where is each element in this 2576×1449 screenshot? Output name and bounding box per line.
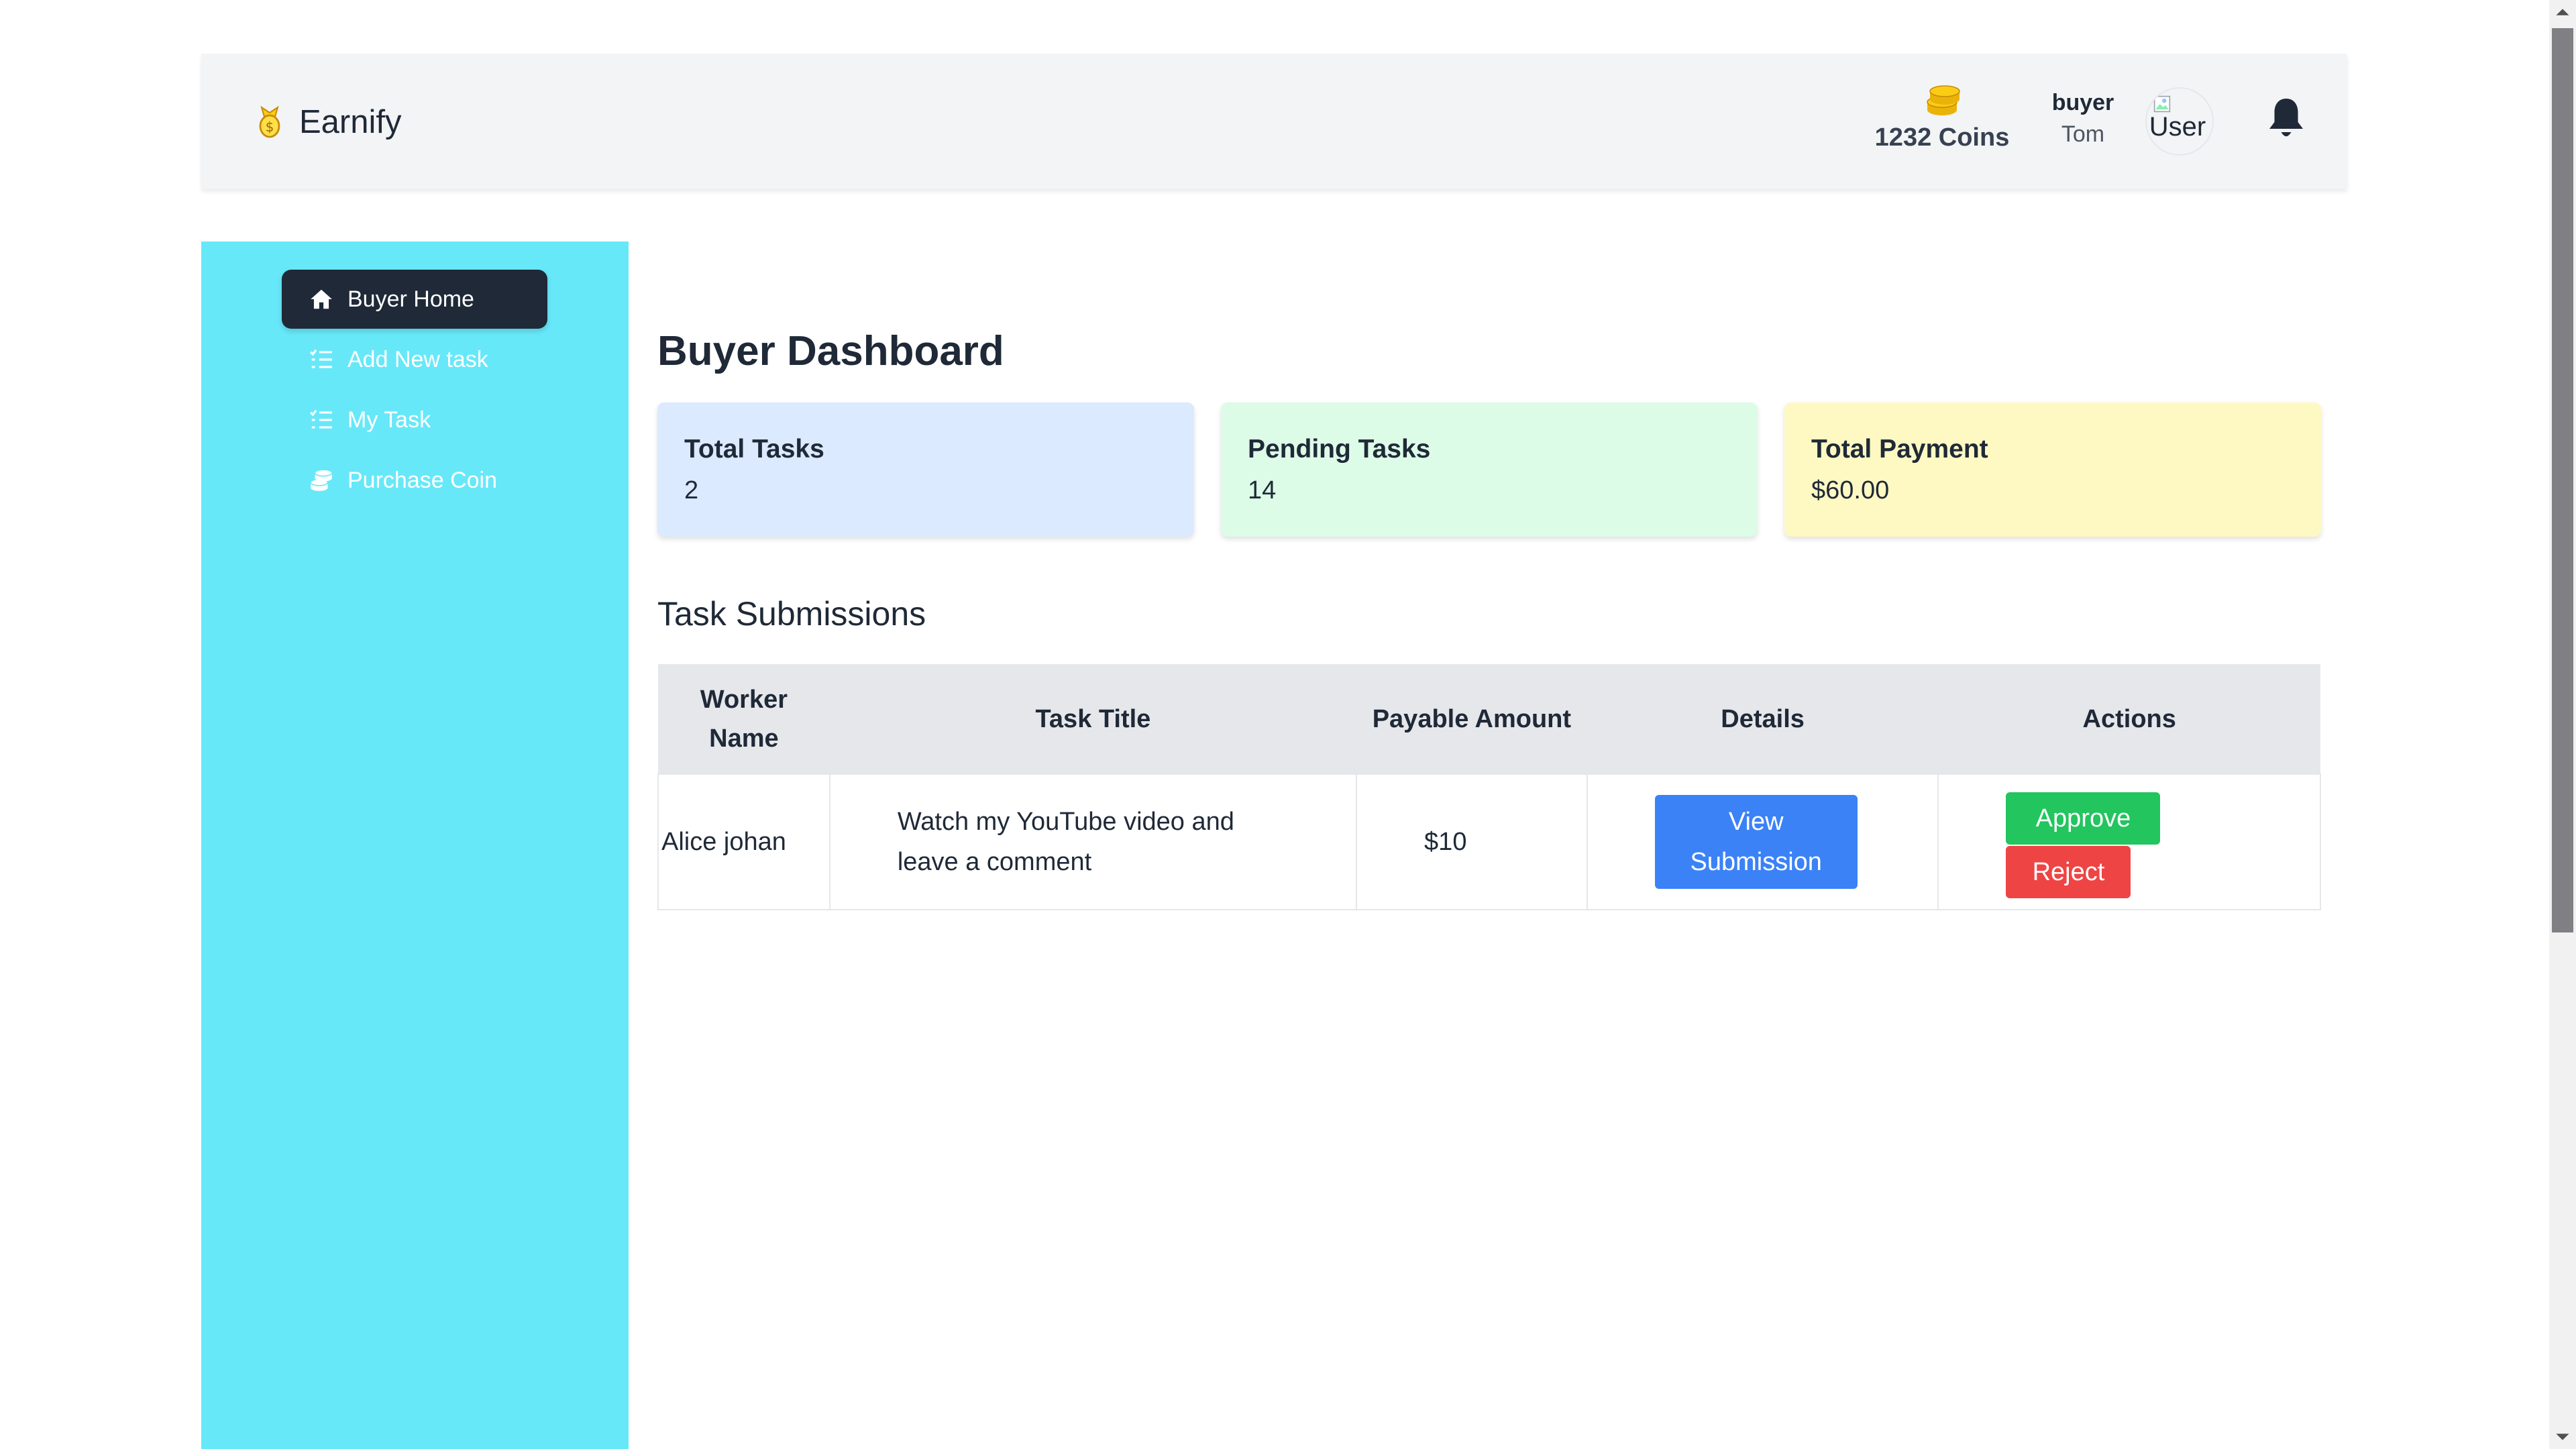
cell-worker-name: Alice johan xyxy=(657,773,830,910)
approve-button[interactable]: Approve xyxy=(2006,792,2161,845)
column-header-worker-name: Worker Name xyxy=(658,664,830,774)
page-title: Buyer Dashboard xyxy=(657,328,1004,374)
cell-task-title: Watch my YouTube video and leave a comme… xyxy=(828,773,1358,910)
column-header-payable-amount: Payable Amount xyxy=(1356,664,1587,774)
stat-card-total-payment: Total Payment $60.00 xyxy=(1784,402,2321,537)
list-icon xyxy=(310,409,332,429)
table-header-row: Worker Name Task Title Payable Amount De… xyxy=(658,664,2320,774)
cell-details: View Submission xyxy=(1586,773,1939,910)
top-header: $ Earnify 1232 Coins buyer Tom User xyxy=(201,54,2347,189)
column-header-details: Details xyxy=(1587,664,1939,774)
section-title: Task Submissions xyxy=(657,595,926,633)
scroll-up-arrow-icon[interactable] xyxy=(2555,4,2571,20)
coin-logo-icon: $ xyxy=(259,105,280,138)
svg-text:$: $ xyxy=(266,119,274,135)
broken-image-icon xyxy=(2153,95,2171,113)
sidebar-item-label: Purchase Coin xyxy=(347,467,498,493)
sidebar-item-purchase-coin[interactable]: Purchase Coin xyxy=(282,451,547,510)
notification-bell-icon[interactable] xyxy=(2266,95,2306,142)
stat-card-label: Pending Tasks xyxy=(1248,435,1431,464)
brand-name: Earnify xyxy=(299,104,402,140)
brand[interactable]: $ Earnify xyxy=(255,103,402,141)
scrollbar-thumb[interactable] xyxy=(2552,28,2573,932)
coins-stack-icon xyxy=(1927,85,1960,115)
user-name: Tom xyxy=(2061,121,2105,147)
sidebar-item-label: My Task xyxy=(347,407,431,433)
home-icon xyxy=(311,289,332,309)
column-header-task-title: Task Title xyxy=(829,664,1357,774)
avatar[interactable]: User xyxy=(2145,87,2214,156)
page: $ Earnify 1232 Coins buyer Tom User Buye… xyxy=(0,0,2576,1449)
column-header-actions: Actions xyxy=(1938,664,2320,774)
avatar-alt-text: User xyxy=(2149,111,2206,142)
coins-icon xyxy=(310,469,333,491)
list-icon xyxy=(310,349,332,368)
user-role: buyer xyxy=(2051,90,2114,115)
view-submission-button[interactable]: View Submission xyxy=(1654,795,1858,889)
sidebar-item-buyer-home[interactable]: Buyer Home xyxy=(282,270,547,329)
stat-card-label: Total Payment xyxy=(1811,435,1988,464)
cell-actions: Approve Reject xyxy=(1937,773,2321,910)
coin-balance: 1232 Coins xyxy=(1872,80,2012,152)
stat-card-label: Total Tasks xyxy=(684,435,824,464)
vertical-scrollbar[interactable] xyxy=(2549,0,2576,1449)
submissions-table: Worker Name Task Title Payable Amount De… xyxy=(657,664,2321,910)
sidebar-item-add-new-task[interactable]: Add New task xyxy=(282,330,547,389)
stat-card-value: 14 xyxy=(1248,476,1277,504)
sidebar-item-label: Buyer Home xyxy=(347,286,474,312)
sidebar-item-my-task[interactable]: My Task xyxy=(282,390,547,449)
reject-button[interactable]: Reject xyxy=(2006,846,2131,898)
sidebar: Buyer Home Add New task My Task Purchase… xyxy=(201,241,629,1449)
stat-card-value: $60.00 xyxy=(1811,476,1890,504)
cell-payable-amount: $10 xyxy=(1356,773,1588,910)
sidebar-item-label: Add New task xyxy=(347,346,488,372)
table-row: Alice johan Watch my YouTube video and l… xyxy=(657,773,2321,910)
user-info: buyer Tom xyxy=(2039,90,2127,148)
stat-card-pending-tasks: Pending Tasks 14 xyxy=(1221,402,1758,537)
scroll-down-arrow-icon[interactable] xyxy=(2555,1429,2571,1445)
stat-card-total-tasks: Total Tasks 2 xyxy=(657,402,1194,537)
coin-balance-label: 1232 Coins xyxy=(1874,123,2010,152)
stat-card-value: 2 xyxy=(684,476,699,504)
